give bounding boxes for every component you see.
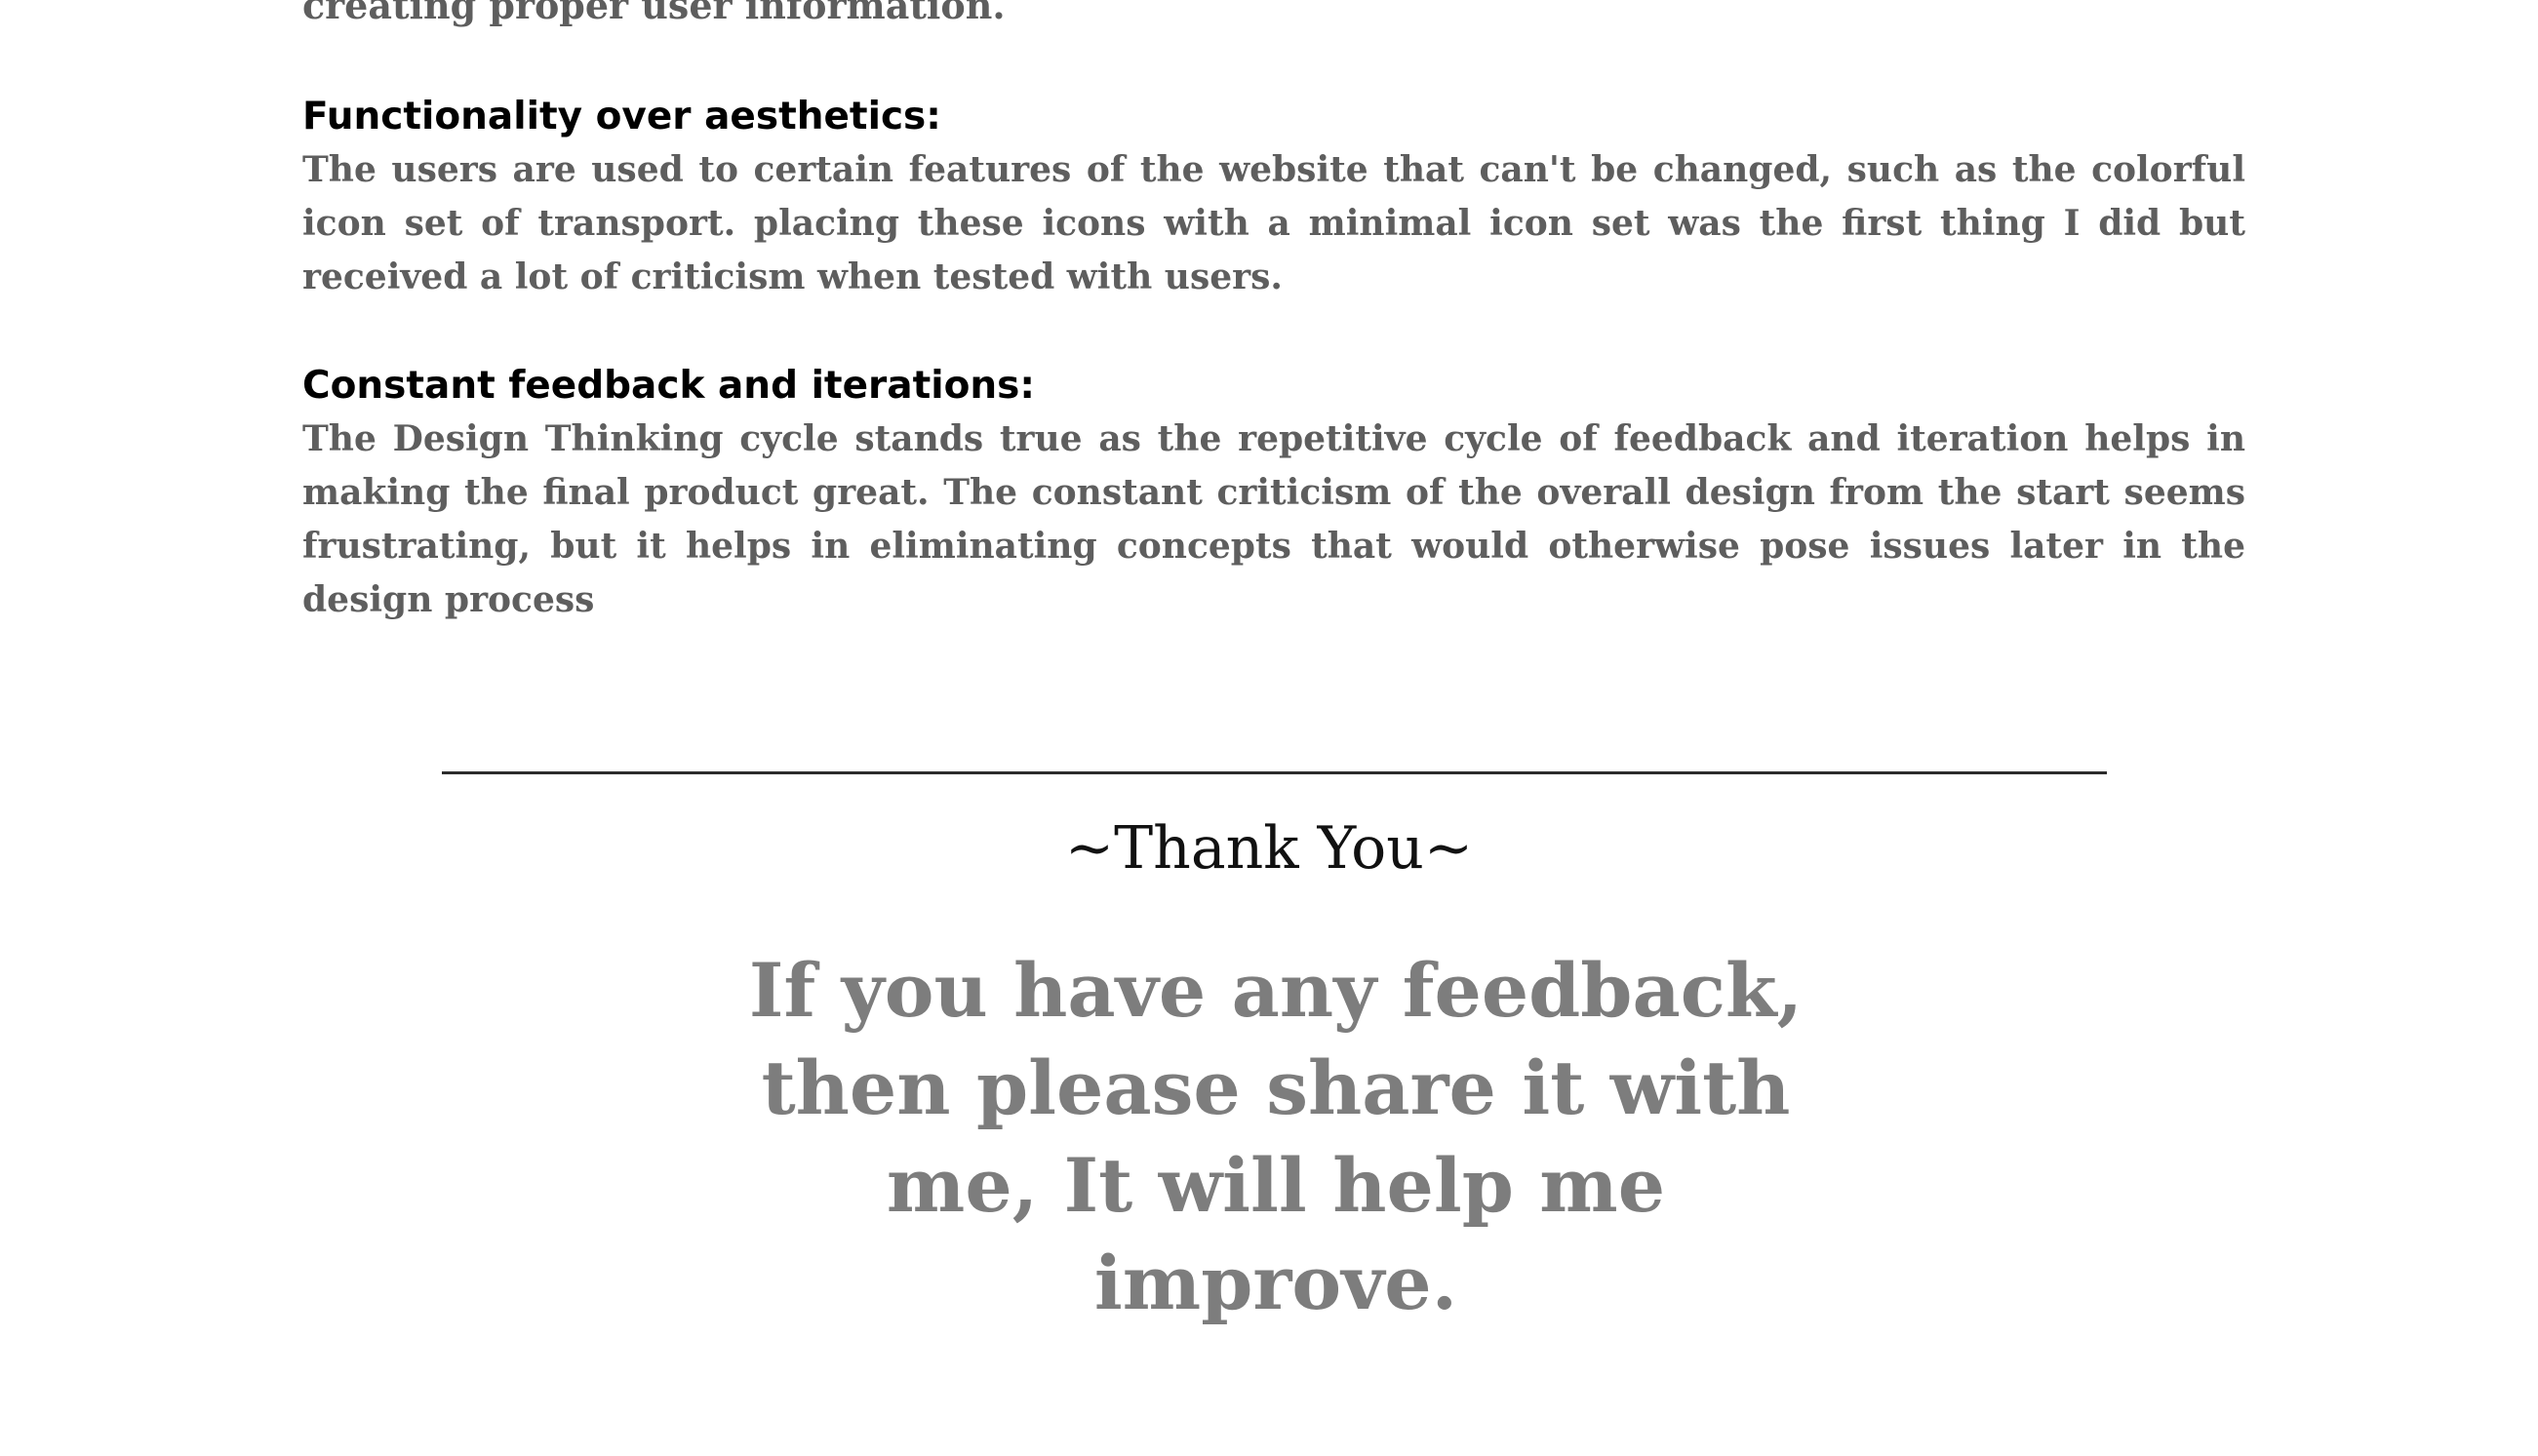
section-functionality: Functionality over aesthetics: The users… <box>302 90 2245 304</box>
section-body: The users are used to certain features o… <box>302 149 2245 297</box>
section-heading: Functionality over aesthetics: <box>302 95 941 138</box>
section-heading: Constant feedback and iterations: <box>302 364 1035 408</box>
section-feedback-iterations: Constant feedback and iterations: The De… <box>302 359 2245 627</box>
section-body: The Design Thinking cycle stands true as… <box>302 418 2245 620</box>
thank-you-title: ~Thank You~ <box>1064 814 1474 883</box>
feedback-message: If you have any feedback, then please sh… <box>748 947 1804 1326</box>
intro-trailing-line: creating proper user information. <box>302 0 1006 27</box>
horizontal-divider <box>442 771 2107 774</box>
